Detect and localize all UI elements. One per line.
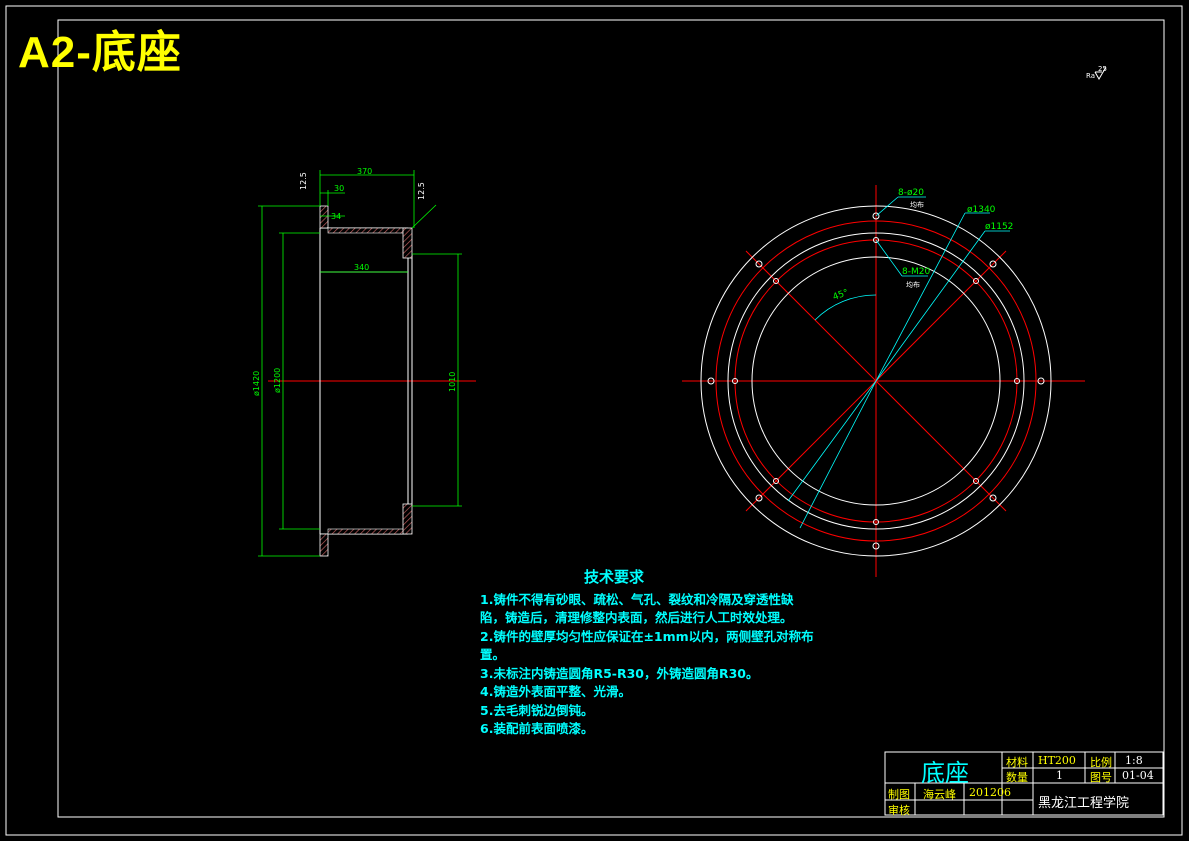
tech-line-3: 2.铸件的壁厚均匀性应保证在±1mm以内，两侧壁孔对称布 xyxy=(480,628,814,644)
title-scale: 1:8 xyxy=(1125,754,1143,767)
sheet-title: A2-底座 xyxy=(18,28,182,77)
label-phi1152: ø1152 xyxy=(985,222,1013,232)
label-phi1340: ø1340 xyxy=(967,205,996,215)
section-view: 370 30 12.5 34 340 ø1420 ø1200 1010 12.5 xyxy=(252,167,476,557)
title-drawing-no: 01-04 xyxy=(1122,769,1154,782)
label-8-phi20-note: 均布 xyxy=(910,200,924,209)
tech-line-4: 置。 xyxy=(480,647,506,662)
tech-requirements: 技术要求 1.铸件不得有砂眼、疏松、气孔、裂纹和冷隔及穿透性缺 陷，铸造后，清理… xyxy=(480,568,814,739)
dim-340: 340 xyxy=(354,263,369,272)
dim-phi1420: ø1420 xyxy=(252,371,261,396)
roughness-symbol: Ra 25 xyxy=(1086,65,1107,80)
label-8-phi20: 8-ø20 xyxy=(898,188,924,198)
tech-line-7: 5.去毛刺锐边倒钝。 xyxy=(480,702,594,718)
title-drawn-by: 海云峰 xyxy=(923,788,956,801)
title-drawing-no-label: 图号 xyxy=(1090,771,1112,784)
title-checked-label: 审核 xyxy=(888,804,910,817)
tech-requirements-heading: 技术要求 xyxy=(584,568,645,586)
title-qty: 1 xyxy=(1056,769,1063,782)
tech-line-6: 4.铸造外表面平整、光滑。 xyxy=(480,684,631,699)
dim-30: 30 xyxy=(334,184,344,193)
dim-12-5-right: 12.5 xyxy=(417,182,426,200)
title-material: HT200 xyxy=(1038,754,1076,767)
dim-12-5: 12.5 xyxy=(299,172,308,190)
tech-line-2: 陷，铸造后，清理修整内表面，然后进行人工时效处理。 xyxy=(480,610,793,625)
plan-view: 45° 8-ø20 均布 ø1340 ø1152 8-M20 均布 xyxy=(682,185,1085,577)
title-part-name: 底座 xyxy=(921,759,969,787)
svg-text:Ra: Ra xyxy=(1086,72,1095,80)
tech-line-5: 3.未标注内铸造圆角R5-R30，外铸造圆角R30。 xyxy=(480,665,759,681)
dim-phi1200: ø1200 xyxy=(273,368,282,393)
title-drawn-label: 制图 xyxy=(888,788,910,801)
dim-34: 34 xyxy=(331,212,341,221)
title-block: 底座 材料 HT200 比例 1:8 数量 1 图号 01-04 制图 海云峰 … xyxy=(885,752,1163,817)
title-scale-label: 比例 xyxy=(1090,756,1112,769)
title-qty-label: 数量 xyxy=(1006,771,1028,784)
title-material-label: 材料 xyxy=(1006,756,1028,769)
label-8-m20: 8-M20 xyxy=(902,267,930,277)
tech-line-8: 6.装配前表面喷漆。 xyxy=(480,721,594,736)
dim-370: 370 xyxy=(357,167,372,176)
tech-line-1: 1.铸件不得有砂眼、疏松、气孔、裂纹和冷隔及穿透性缺 xyxy=(480,591,794,607)
title-date: 201206 xyxy=(969,786,1011,799)
angle-45: 45° xyxy=(832,288,850,303)
title-school: 黑龙江工程学院 xyxy=(1038,796,1130,811)
roughness-value: 25 xyxy=(1098,65,1107,73)
label-8-m20-note: 均布 xyxy=(906,280,920,289)
dim-1010: 1010 xyxy=(448,372,457,392)
